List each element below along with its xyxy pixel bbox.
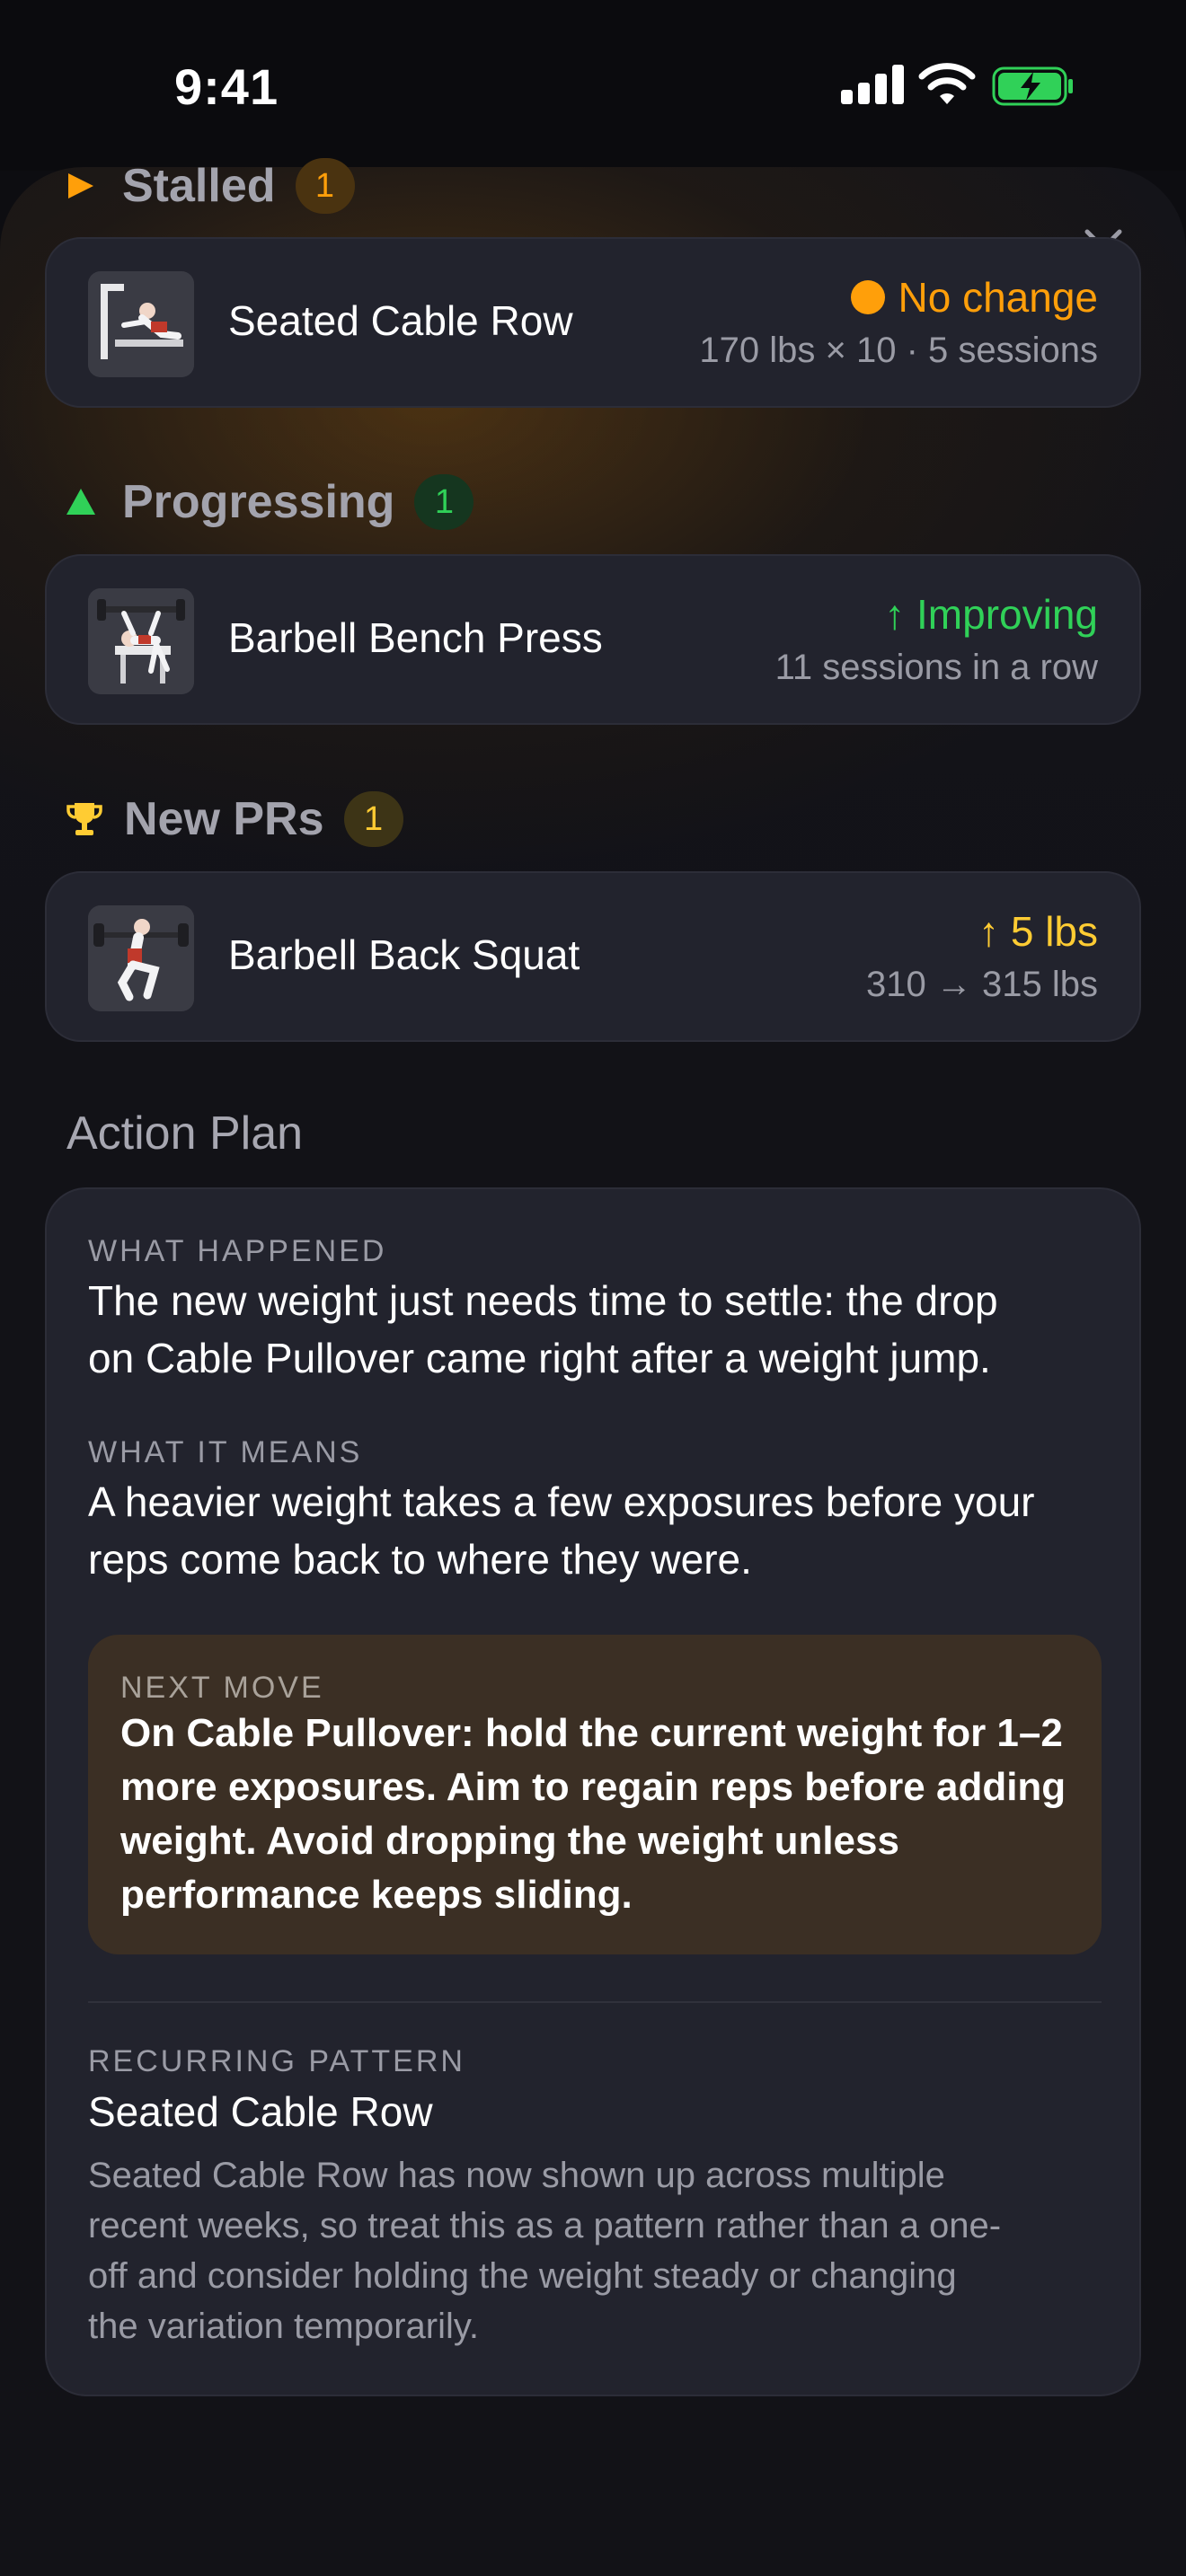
section-title: Stalled [122, 160, 276, 212]
cellular-signal-icon [841, 65, 904, 104]
text-line: weight. Avoid dropping the weight unless [120, 1819, 899, 1863]
next-move-text: On Cable Pullover: hold the current weig… [120, 1707, 1091, 1922]
screen: 9:41 Stalled 1 Seated Cable Row No chang… [0, 0, 1186, 2576]
count-badge: 1 [295, 158, 355, 214]
what-it-means-text: A heavier weight takes a few exposures b… [88, 1473, 1112, 1588]
divider [88, 2001, 1102, 2003]
text-line: Seated Cable Row has now shown up across… [88, 2156, 945, 2195]
text-line: reps come back to where they were. [88, 1536, 752, 1583]
play-triangle-icon [68, 173, 93, 198]
count-badge: 1 [343, 791, 403, 847]
recurring-pattern-title: Seated Cable Row [88, 2088, 433, 2135]
text-line: recent weeks, so treat this as a pattern… [88, 2206, 1002, 2245]
cable-row-illustration-icon [88, 271, 194, 377]
status-pr-gain: ↑ 5 lbs [978, 908, 1098, 955]
exercise-detail: 310 → 315 lbs [866, 965, 1098, 1004]
status-bar: 9:41 [0, 0, 1186, 171]
text-line: On Cable Pullover: hold the current weig… [120, 1711, 1063, 1755]
status-label: No change [898, 274, 1099, 321]
count-badge: 1 [414, 474, 474, 530]
what-happened-label: WHAT HAPPENED [88, 1234, 387, 1268]
action-plan-card: WHAT HAPPENED The new weight just needs … [45, 1187, 1141, 2396]
section-header-progressing: Progressing 1 [65, 471, 474, 534]
what-happened-text: The new weight just needs time to settle… [88, 1272, 1112, 1387]
exercise-card-barbell-back-squat[interactable]: Barbell Back Squat ↑ 5 lbs 310 → 315 lbs [45, 871, 1141, 1042]
exercise-card-seated-cable-row[interactable]: Seated Cable Row No change 170 lbs × 10 … [45, 237, 1141, 408]
orange-dot-icon [850, 280, 885, 314]
section-header-new-prs: New PRs 1 [65, 788, 403, 851]
next-move-box: NEXT MOVE On Cable Pullover: hold the cu… [88, 1635, 1102, 1954]
exercise-detail: 11 sessions in a row [774, 648, 1098, 687]
exercise-thumbnail [88, 588, 194, 694]
text-line: The new weight just needs time to settle… [88, 1277, 998, 1324]
section-title: Progressing [122, 476, 395, 528]
section-title: New PRs [124, 793, 324, 845]
text-line: performance keeps sliding. [120, 1873, 633, 1917]
recurring-pattern-text: Seated Cable Row has now shown up across… [88, 2150, 1121, 2351]
status-improving: ↑ Improving [884, 591, 1098, 638]
text-line: on Cable Pullover came right after a wei… [88, 1335, 991, 1381]
what-it-means-label: WHAT IT MEANS [88, 1435, 363, 1469]
text-line: off and consider holding the weight stea… [88, 2256, 957, 2296]
exercise-thumbnail [88, 271, 194, 377]
bench-press-illustration-icon [88, 588, 194, 694]
next-move-label: NEXT MOVE [120, 1671, 324, 1705]
exercise-thumbnail [88, 905, 194, 1011]
up-triangle-icon [66, 489, 95, 515]
battery-charging-icon [992, 66, 1073, 106]
text-line: A heavier weight takes a few exposures b… [88, 1478, 1035, 1525]
exercise-name: Barbell Back Squat [228, 931, 580, 978]
text-line: more exposures. Aim to regain reps befor… [120, 1765, 1067, 1809]
recurring-pattern-label: RECURRING PATTERN [88, 2044, 465, 2078]
action-plan-title: Action Plan [66, 1107, 304, 1160]
section-header-stalled: Stalled 1 [65, 154, 355, 217]
exercise-name: Barbell Bench Press [228, 614, 603, 661]
trophy-icon [66, 803, 102, 835]
exercise-detail: 170 lbs × 10 · 5 sessions [699, 331, 1098, 370]
exercise-name: Seated Cable Row [228, 297, 573, 344]
status-no-change: No change [850, 273, 1099, 322]
status-time: 9:41 [174, 58, 279, 115]
exercise-card-barbell-bench-press[interactable]: Barbell Bench Press ↑ Improving 11 sessi… [45, 554, 1141, 725]
wifi-icon [918, 63, 976, 104]
text-line: the variation temporarily. [88, 2307, 479, 2346]
back-squat-illustration-icon [88, 905, 194, 1011]
